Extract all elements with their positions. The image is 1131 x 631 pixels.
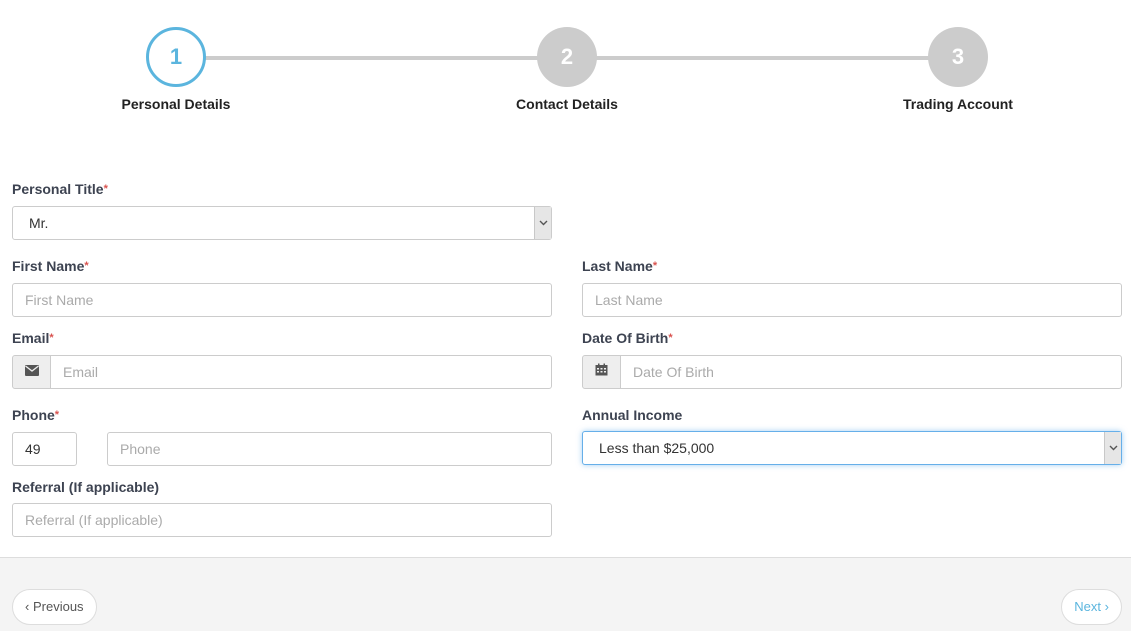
last-name-input[interactable]: Last Name <box>582 283 1122 317</box>
referral-field: Referral (If applicable) <box>12 478 159 496</box>
required-marker: * <box>54 409 60 421</box>
next-label: Next <box>1074 599 1102 614</box>
required-marker: * <box>652 260 658 272</box>
phone-input[interactable]: Phone <box>107 432 552 466</box>
personal-title-field: Personal Title* <box>12 180 552 198</box>
previous-label: Previous <box>32 599 84 614</box>
email-input[interactable]: Email <box>50 355 552 389</box>
last-name-label: Last Name* <box>582 258 658 274</box>
step-number-circle: 3 <box>928 27 988 87</box>
date-of-birth-label: Date Of Birth* <box>582 330 673 346</box>
email-field: Email* <box>12 329 54 347</box>
wizard-footer: ‹ Previous Next › <box>0 557 1131 631</box>
annual-income-label: Annual Income <box>582 407 683 423</box>
chevron-right-icon: › <box>1104 599 1109 614</box>
calendar-icon <box>595 363 608 381</box>
personal-title-select[interactable]: Mr. <box>12 206 552 240</box>
step-personal-details[interactable]: 1 Personal Details <box>76 27 276 112</box>
step-label: Trading Account <box>903 96 1013 112</box>
chevron-left-icon: ‹ <box>25 599 30 614</box>
first-name-input[interactable]: First Name <box>12 283 552 317</box>
chevron-down-icon[interactable] <box>534 207 551 239</box>
phone-field: Phone* <box>12 406 59 424</box>
step-trading-account[interactable]: 3 Trading Account <box>858 27 1058 112</box>
annual-income-select[interactable]: Less than $25,000 <box>582 431 1122 465</box>
date-of-birth-field: Date Of Birth* <box>582 329 673 347</box>
date-of-birth-addon[interactable] <box>582 355 621 389</box>
referral-label: Referral (If applicable) <box>12 479 160 495</box>
step-label: Contact Details <box>516 96 618 112</box>
previous-button[interactable]: ‹ Previous <box>12 589 97 625</box>
annual-income-value: Less than $25,000 <box>599 440 715 456</box>
phone-country-code-input[interactable]: 49 <box>12 432 77 466</box>
date-of-birth-input[interactable]: Date Of Birth <box>620 355 1122 389</box>
required-marker: * <box>668 332 673 344</box>
annual-income-field: Annual Income <box>582 406 682 424</box>
required-marker: * <box>49 332 54 344</box>
personal-title-value: Mr. <box>29 215 49 231</box>
next-button[interactable]: Next › <box>1061 589 1122 625</box>
step-number-circle: 1 <box>146 27 206 87</box>
last-name-field: Last Name* <box>582 257 657 275</box>
step-contact-details[interactable]: 2 Contact Details <box>467 27 667 112</box>
personal-title-label: Personal Title* <box>12 181 108 197</box>
chevron-down-icon[interactable] <box>1104 432 1121 464</box>
email-addon <box>12 355 51 389</box>
email-label: Email* <box>12 330 54 346</box>
required-marker: * <box>84 260 89 272</box>
referral-input[interactable]: Referral (If applicable) <box>12 503 552 537</box>
first-name-field: First Name* <box>12 257 89 275</box>
step-number-circle: 2 <box>537 27 597 87</box>
required-marker: * <box>103 183 108 195</box>
phone-label: Phone* <box>12 407 60 423</box>
envelope-icon <box>24 363 39 381</box>
step-label: Personal Details <box>121 96 231 112</box>
first-name-label: First Name* <box>12 258 89 274</box>
wizard-steps: 1 Personal Details 2 Contact Details 3 T… <box>0 0 1131 130</box>
